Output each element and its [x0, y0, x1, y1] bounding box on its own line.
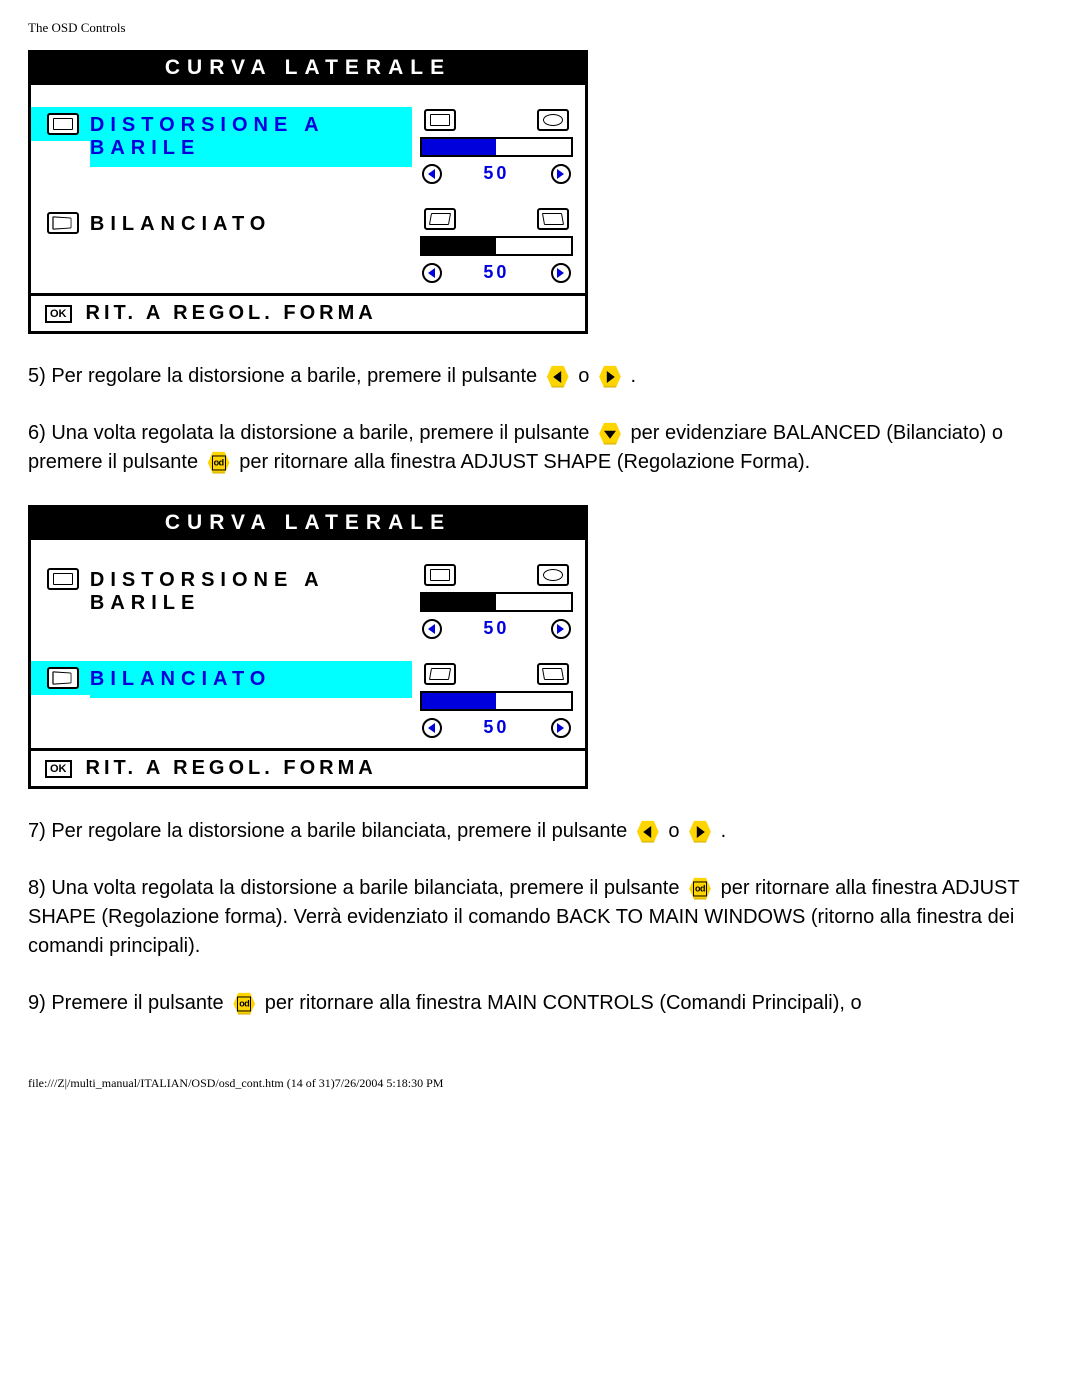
- slider-track[interactable]: [420, 691, 573, 711]
- shape-trap-left-icon: [424, 208, 456, 230]
- page-footer: file:///Z|/multi_manual/ITALIAN/OSD/osd_…: [28, 1076, 1052, 1091]
- left-button-icon: [636, 820, 660, 844]
- pincushion-icon: [31, 107, 90, 141]
- arrow-right-icon[interactable]: [551, 263, 571, 283]
- osd-title: CURVA LATERALE: [31, 53, 585, 85]
- arrow-right-icon[interactable]: [551, 718, 571, 738]
- step-9: 9) Premere il pulsante od per ritornare …: [28, 989, 1052, 1018]
- shape-oval-icon: [537, 109, 569, 131]
- osd-footer[interactable]: OK RIT. A REGOL. FORMA: [31, 748, 585, 786]
- arrow-left-icon[interactable]: [422, 263, 442, 283]
- slider-value: 50: [483, 717, 509, 738]
- arrow-left-icon[interactable]: [422, 619, 442, 639]
- step-5: 5) Per regolare la distorsione a barile,…: [28, 362, 1052, 391]
- slider-track[interactable]: [420, 592, 573, 612]
- shape-rect-icon: [424, 109, 456, 131]
- right-button-icon: [688, 820, 712, 844]
- osd-title: CURVA LATERALE: [31, 508, 585, 540]
- down-button-icon: [598, 422, 622, 446]
- osd-row-bilanciato[interactable]: BILANCIATO 50: [31, 661, 585, 748]
- step-6: 6) Una volta regolata la distorsione a b…: [28, 419, 1052, 477]
- ok-button-icon: od: [207, 451, 231, 475]
- trapezoid-icon: [31, 661, 90, 695]
- left-button-icon: [546, 365, 570, 389]
- slider-track[interactable]: [420, 236, 573, 256]
- slider-value: 50: [483, 618, 509, 639]
- shape-oval-icon: [537, 564, 569, 586]
- ok-button-icon: od: [232, 992, 256, 1016]
- footer-label: RIT. A REGOL. FORMA: [86, 757, 377, 780]
- osd-footer[interactable]: OK RIT. A REGOL. FORMA: [31, 293, 585, 331]
- ok-icon: OK: [45, 305, 72, 323]
- slider-value: 50: [483, 163, 509, 184]
- row-label: DISTORSIONE A BARILE: [90, 107, 412, 167]
- arrow-left-icon[interactable]: [422, 164, 442, 184]
- trapezoid-icon: [31, 206, 90, 240]
- row-label: BILANCIATO: [90, 206, 412, 243]
- osd-panel-2: CURVA LATERALE DISTORSIONE A BARILE 50 B…: [28, 505, 588, 789]
- row-label: DISTORSIONE A BARILE: [90, 562, 412, 622]
- page-header: The OSD Controls: [28, 20, 1052, 36]
- shape-trap-left-icon: [424, 663, 456, 685]
- step-7: 7) Per regolare la distorsione a barile …: [28, 817, 1052, 846]
- shape-trap-right-icon: [537, 663, 569, 685]
- shape-rect-icon: [424, 564, 456, 586]
- ok-icon: OK: [45, 760, 72, 778]
- footer-label: RIT. A REGOL. FORMA: [86, 302, 377, 325]
- arrow-left-icon[interactable]: [422, 718, 442, 738]
- slider-track[interactable]: [420, 137, 573, 157]
- osd-row-bilanciato[interactable]: BILANCIATO 50: [31, 206, 585, 293]
- slider-value: 50: [483, 262, 509, 283]
- osd-panel-1: CURVA LATERALE DISTORSIONE A BARILE 50 B…: [28, 50, 588, 334]
- right-button-icon: [598, 365, 622, 389]
- osd-row-distorsione[interactable]: DISTORSIONE A BARILE 50: [31, 107, 585, 194]
- arrow-right-icon[interactable]: [551, 619, 571, 639]
- osd-row-distorsione[interactable]: DISTORSIONE A BARILE 50: [31, 562, 585, 649]
- arrow-right-icon[interactable]: [551, 164, 571, 184]
- shape-trap-right-icon: [537, 208, 569, 230]
- row-label: BILANCIATO: [90, 661, 412, 698]
- pincushion-icon: [31, 562, 90, 596]
- step-8: 8) Una volta regolata la distorsione a b…: [28, 874, 1052, 961]
- ok-button-icon: od: [688, 877, 712, 901]
